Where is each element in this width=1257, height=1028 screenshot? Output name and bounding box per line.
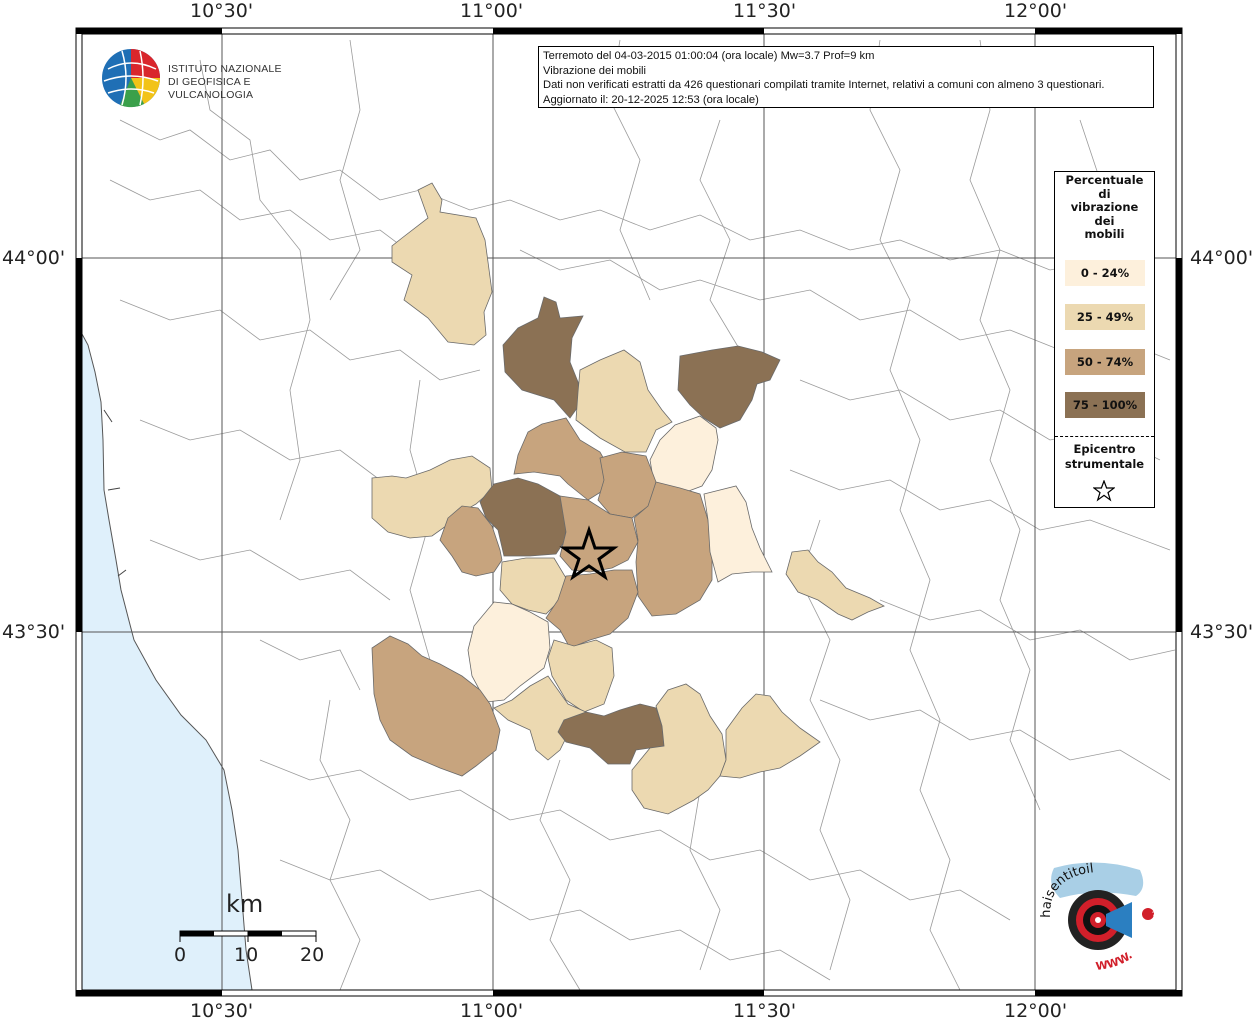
- target-megaphone-icon: ? haisentitoilterremoto.it WWW.: [1030, 847, 1157, 973]
- right-axis-label: 44°00': [1190, 247, 1254, 269]
- left-axis-label: 43°30': [2, 621, 66, 643]
- top-axis-label: 11°30': [733, 0, 797, 22]
- institute-line2: DI GEOFISICA E VULCANOLOGIA: [168, 76, 254, 101]
- scale-graphic: [179, 930, 317, 942]
- legend-class-25-49: 25 - 49%: [1065, 304, 1145, 330]
- logo-www: WWW.: [1095, 949, 1135, 973]
- hai-sentito-logo: ? haisentitoilterremoto.it WWW.: [1030, 847, 1166, 978]
- svg-text:WWW.: WWW.: [1095, 949, 1135, 973]
- legend-title-line: vibrazione: [1070, 200, 1139, 215]
- epicenter-legend-line: Epicentro: [1073, 442, 1136, 456]
- legend-title-line: di: [1098, 186, 1111, 201]
- bottom-axis-label: 11°30': [733, 1000, 797, 1022]
- data-note: Dati non verificati estratti da 426 ques…: [543, 79, 1105, 92]
- legend-title-line: Percentuale: [1065, 173, 1144, 187]
- institute-line1: ISTITUTO NAZIONALE: [168, 63, 282, 75]
- top-axis-label: 10°30': [190, 0, 254, 22]
- legend-class-75-100: 75 - 100%: [1065, 392, 1145, 418]
- institute-name: ISTITUTO NAZIONALE DI GEOFISICA E VULCAN…: [168, 63, 310, 102]
- left-axis-label: 44°00': [2, 247, 66, 269]
- top-axis-label: 11°00': [460, 0, 524, 22]
- legend-title-line: mobili: [1084, 227, 1125, 242]
- scale-tick-label: 0: [174, 944, 187, 966]
- epicenter-legend-title: Epicentro strumentale: [1055, 442, 1154, 472]
- legend: Percentuale di vibrazione dei mobili 0 -…: [1054, 171, 1155, 508]
- legend-title: Percentuale di vibrazione dei mobili: [1055, 173, 1154, 242]
- top-axis-label: 12°00': [1004, 0, 1068, 22]
- right-axis-label: 43°30': [1190, 621, 1254, 643]
- bottom-axis-label: 11°00': [460, 1000, 524, 1022]
- svg-text:?: ?: [1152, 911, 1157, 921]
- map-subject: Vibrazione dei mobili: [543, 64, 647, 77]
- event-info-box: Terremoto del 04-03-2015 01:00:04 (ora l…: [538, 46, 1154, 108]
- scale-tick-label: 20: [300, 944, 325, 966]
- bottom-axis-label: 12°00': [1004, 1000, 1068, 1022]
- scale-bar: km 0 10 20: [174, 890, 336, 970]
- scale-tick-label: 10: [234, 944, 259, 966]
- legend-separator: [1055, 436, 1154, 437]
- legend-class-50-74: 50 - 74%: [1065, 349, 1145, 375]
- legend-class-0-24: 0 - 24%: [1065, 260, 1145, 286]
- update-time: Aggiornato il: 20-12-2025 12:53 (ora loc…: [543, 93, 759, 106]
- epicenter-legend-line: strumentale: [1064, 457, 1145, 471]
- event-title: Terremoto del 04-03-2015 01:00:04 (ora l…: [543, 50, 875, 62]
- legend-title-line: dei: [1094, 213, 1115, 228]
- star-icon: [1093, 480, 1115, 502]
- ingv-logo: ISTITUTO NAZIONALE DI GEOFISICA E VULCAN…: [100, 47, 310, 109]
- globe-icon: [102, 49, 161, 108]
- bottom-axis-label: 10°30': [190, 1000, 254, 1022]
